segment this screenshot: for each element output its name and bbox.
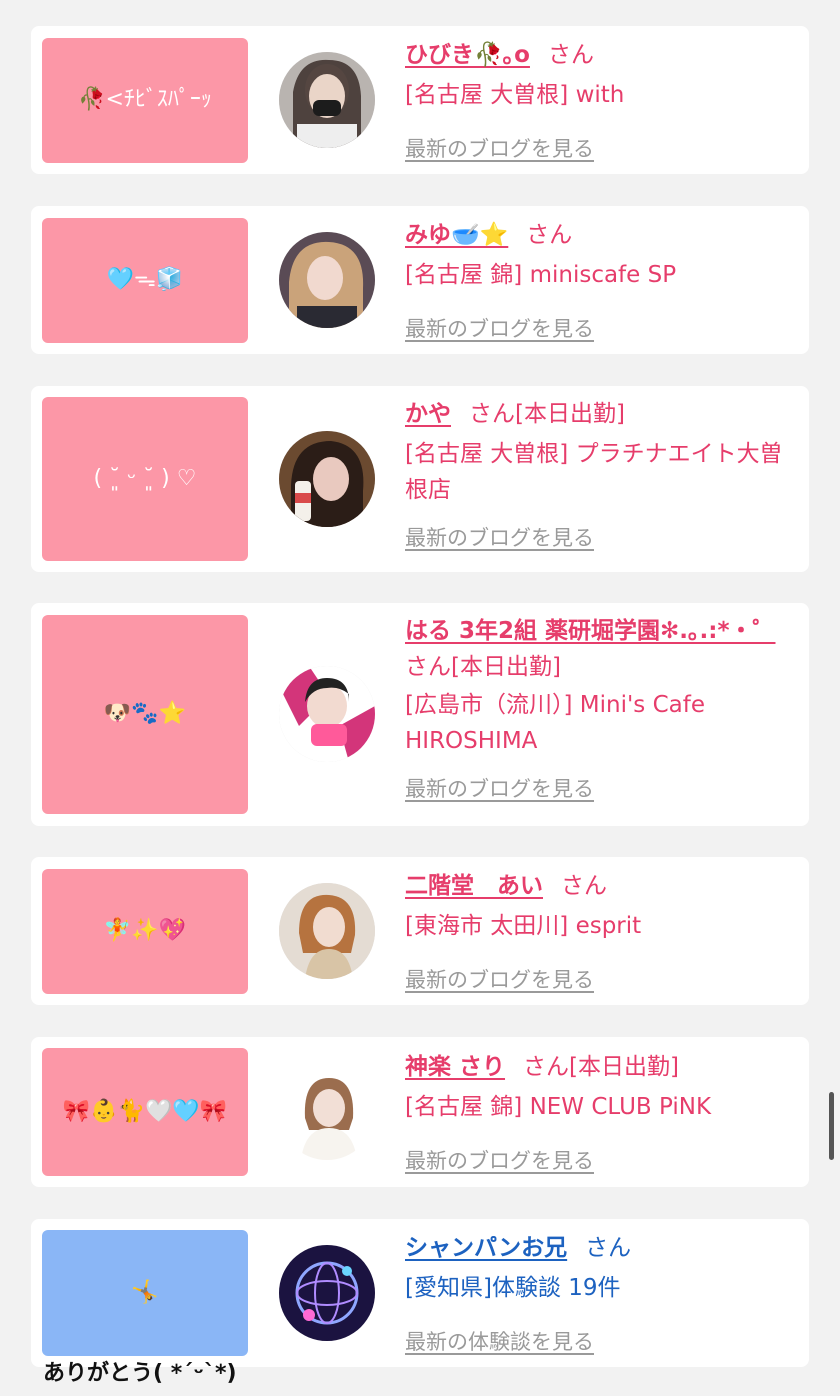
entry-info: はる 3年2組 薬研堀学園✻.｡.:*・゜さん[本日出勤] [広島市（流川）] … <box>405 613 795 807</box>
honorific: さん <box>469 401 515 427</box>
girl-name-link[interactable]: みゆ🥣⭐ <box>405 222 508 248</box>
latest-blog-link[interactable]: 最新のブログを見る <box>405 771 594 807</box>
avatar[interactable] <box>279 431 375 527</box>
comment-bubble: 🐶🐾⭐ <box>42 615 248 814</box>
avatar[interactable] <box>279 883 375 979</box>
latest-blog-link[interactable]: 最新のブログを見る <box>405 520 594 556</box>
shop-info: [名古屋 錦] miniscafe SP <box>405 262 677 288</box>
girl-name-link[interactable]: はる 3年2組 薬研堀学園✻.｡.:*・゜ <box>405 618 776 644</box>
girl-name-link[interactable]: 二階堂 あい <box>405 873 543 899</box>
list-item: 🥀<ﾁﾋﾞｽﾊﾟｰｯ ひびき🥀｡o さん [名古屋 大曽根] with 最新のブロ… <box>31 26 809 174</box>
girl-name-link[interactable]: ひびき🥀｡o <box>405 42 530 68</box>
latest-blog-link[interactable]: 最新のブログを見る <box>405 962 594 998</box>
honorific: さん <box>561 873 607 899</box>
review-count-info: [愛知県]体験談 19件 <box>405 1275 621 1301</box>
shop-info: [東海市 太田川] esprit <box>405 913 642 939</box>
status-badge: [本日出勤] <box>515 401 625 427</box>
honorific: さん <box>523 1054 570 1080</box>
avatar[interactable] <box>279 1245 375 1341</box>
blog-list: 🥀<ﾁﾋﾞｽﾊﾟｰｯ ひびき🥀｡o さん [名古屋 大曽根] with 最新のブロ… <box>0 0 840 1396</box>
comment-bubble: 🧚✨💖 <box>42 869 248 994</box>
entry-info: シャンパンお兄 さん [愛知県]体験談 19件 最新の体験談を見る <box>405 1230 795 1360</box>
honorific: さん <box>547 42 594 68</box>
reviewer-name-link[interactable]: シャンパンお兄 <box>405 1235 567 1261</box>
latest-blog-link[interactable]: 最新のブログを見る <box>405 1143 594 1179</box>
honorific: さん <box>405 654 451 680</box>
latest-blog-link[interactable]: 最新のブログを見る <box>405 131 594 167</box>
list-item: 🐶🐾⭐ はる 3年2組 薬研堀学園✻.｡.:*・゜さん[本日出勤] [広島市（流… <box>31 603 809 826</box>
avatar[interactable] <box>279 52 375 148</box>
comment-bubble: 🎀👶🐈🤍🩵🎀 <box>42 1048 248 1176</box>
latest-review-link[interactable]: 最新の体験談を見る <box>405 1324 594 1360</box>
list-item: 🧚✨💖 二階堂 あい さん [東海市 太田川] esprit 最新のブログを見る <box>31 857 809 1005</box>
avatar[interactable] <box>279 666 375 762</box>
comment-bubble: 🥀<ﾁﾋﾞｽﾊﾟｰｯ <box>42 38 248 163</box>
comment-text: ありがとう( *ˊᵕˋ*) <box>43 1361 237 1386</box>
shop-info: [名古屋 大曽根] プラチナエイト大曽根店 <box>405 441 783 503</box>
avatar[interactable] <box>279 232 375 328</box>
girl-name-link[interactable]: かや <box>405 401 451 427</box>
comment-bubble: 🤸 <box>42 1230 248 1356</box>
honorific: さん <box>585 1235 632 1261</box>
scrollbar[interactable] <box>829 1092 834 1160</box>
list-item: 🎀👶🐈🤍🩵🎀 神楽 さり さん[本日出勤] [名古屋 錦] NEW CLUB Pi… <box>31 1037 809 1187</box>
entry-info: 二階堂 あい さん [東海市 太田川] esprit 最新のブログを見る <box>405 868 795 998</box>
status-badge: [本日出勤] <box>569 1054 679 1080</box>
status-badge: [本日出勤] <box>451 654 561 680</box>
list-item: 🩵ᯓ🧊 みゆ🥣⭐ さん [名古屋 錦] miniscafe SP 最新のブログを見… <box>31 206 809 354</box>
comment-bubble: 🩵ᯓ🧊 <box>42 218 248 343</box>
girl-name-link[interactable]: 神楽 さり <box>405 1054 505 1080</box>
shop-info: [名古屋 錦] NEW CLUB PiNK <box>405 1094 712 1120</box>
latest-blog-link[interactable]: 最新のブログを見る <box>405 311 594 347</box>
shop-info: [名古屋 大曽根] with <box>405 82 625 108</box>
honorific: さん <box>526 222 573 248</box>
entry-info: ひびき🥀｡o さん [名古屋 大曽根] with 最新のブログを見る <box>405 37 795 167</box>
entry-info: 神楽 さり さん[本日出勤] [名古屋 錦] NEW CLUB PiNK 最新のブ… <box>405 1049 795 1179</box>
entry-info: かや さん[本日出勤] [名古屋 大曽根] プラチナエイト大曽根店 最新のブログを… <box>405 396 795 556</box>
list-item: 🤸 シャンパンお兄 さん [愛知県]体験談 19件 最新の体験談を見る <box>31 1219 809 1367</box>
avatar[interactable] <box>279 1064 375 1160</box>
shop-info: [広島市（流川）] Mini's Cafe HIROSHIMA <box>405 692 705 754</box>
entry-info: みゆ🥣⭐ さん [名古屋 錦] miniscafe SP 最新のブログを見る <box>405 217 795 347</box>
comment-bubble: ( ˘͈ ᵕ ˘͈ ) ♡ <box>42 397 248 561</box>
list-item: ( ˘͈ ᵕ ˘͈ ) ♡ かや さん[本日出勤] [名古屋 大曽根] プラチナエ… <box>31 386 809 572</box>
